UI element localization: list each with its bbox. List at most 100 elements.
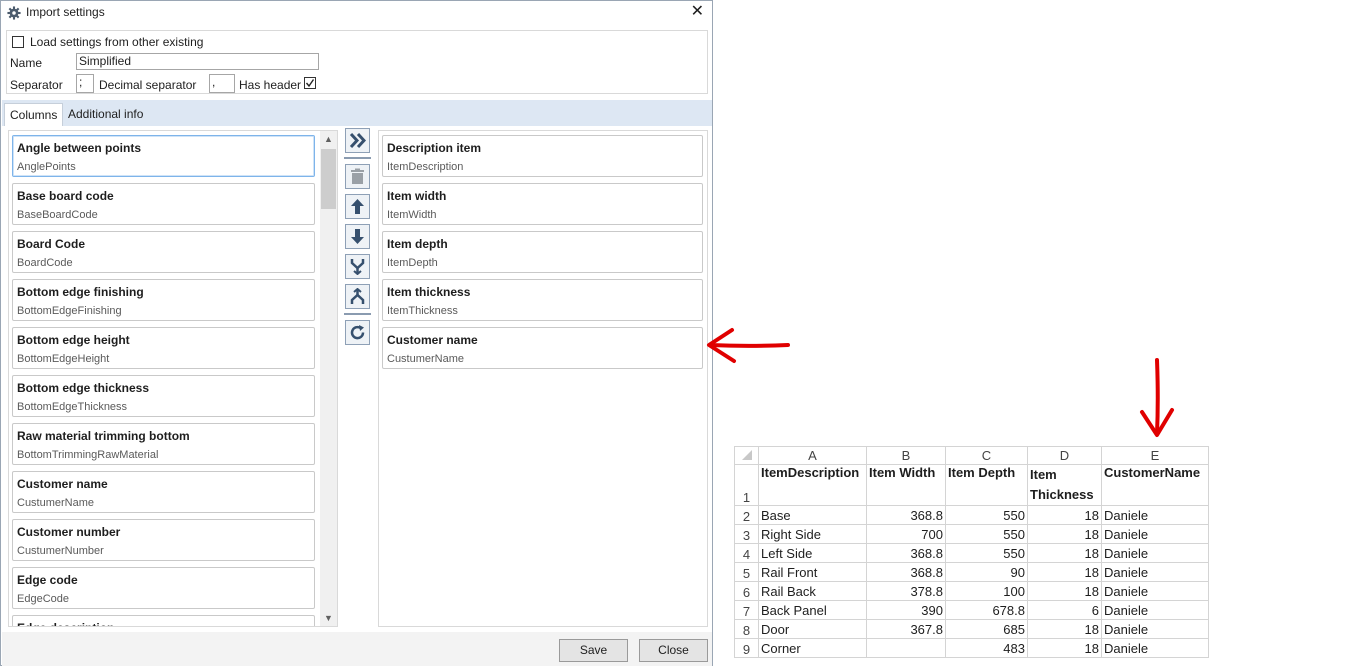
header-cell[interactable]: CustomerName [1101,464,1209,506]
row-number[interactable]: 2 [734,505,759,525]
table-cell[interactable]: Rail Back [758,581,867,601]
column-item[interactable]: Item thickness ItemThickness [382,279,703,321]
scroll-thumb[interactable] [321,149,336,209]
column-title: Raw material trimming bottom [17,429,190,443]
table-cell[interactable]: Corner [758,638,867,658]
select-all-corner[interactable] [734,446,759,465]
row-number[interactable]: 6 [734,581,759,601]
header-cell[interactable]: Item Width [866,464,946,506]
column-item[interactable]: Customer name CustumerName [12,471,315,513]
table-cell[interactable]: 100 [945,581,1028,601]
close-button[interactable]: Close [639,639,708,662]
column-item[interactable]: Description item ItemDescription [382,135,703,177]
column-item[interactable]: Bottom edge finishing BottomEdgeFinishing [12,279,315,321]
table-cell[interactable]: Daniele [1101,543,1209,563]
column-item[interactable]: Board Code BoardCode [12,231,315,273]
table-cell[interactable]: 550 [945,543,1028,563]
split-button[interactable] [345,284,370,309]
scroll-down-icon[interactable]: ▼ [320,610,337,626]
column-item[interactable]: Customer name CustumerName [382,327,703,369]
row-number[interactable]: 1 [734,464,759,506]
row-number[interactable]: 9 [734,638,759,658]
row-number[interactable]: 3 [734,524,759,544]
table-cell[interactable]: 700 [866,524,946,544]
column-item[interactable]: Edge code EdgeCode [12,567,315,609]
column-item[interactable]: Customer number CustumerNumber [12,519,315,561]
table-cell[interactable]: Base [758,505,867,525]
table-cell[interactable]: 6 [1027,600,1102,620]
column-letter[interactable]: C [945,446,1028,465]
table-cell[interactable]: Back Panel [758,600,867,620]
table-cell[interactable]: 550 [945,524,1028,544]
table-cell[interactable]: 550 [945,505,1028,525]
table-cell[interactable]: 378.8 [866,581,946,601]
table-cell[interactable]: 18 [1027,505,1102,525]
column-item[interactable]: Base board code BaseBoardCode [12,183,315,225]
column-title: Customer name [17,477,108,491]
table-cell[interactable]: 18 [1027,638,1102,658]
column-letter[interactable]: A [758,446,867,465]
table-cell[interactable]: 390 [866,600,946,620]
scrollbar[interactable]: ▲ ▼ [320,131,337,626]
row-number[interactable]: 8 [734,619,759,639]
table-cell[interactable]: 367.8 [866,619,946,639]
table-cell[interactable]: 678.8 [945,600,1028,620]
column-item[interactable]: Bottom edge height BottomEdgeHeight [12,327,315,369]
table-cell[interactable]: Daniele [1101,524,1209,544]
table-cell[interactable]: Rail Front [758,562,867,582]
table-cell[interactable]: 483 [945,638,1028,658]
header-cell[interactable]: Item Thickness [1027,464,1102,506]
table-cell[interactable]: Daniele [1101,638,1209,658]
column-item[interactable]: Item width ItemWidth [382,183,703,225]
split-icon [350,288,365,304]
table-cell[interactable]: Daniele [1101,562,1209,582]
column-letter[interactable]: B [866,446,946,465]
table-cell[interactable]: Daniele [1101,581,1209,601]
table-cell[interactable]: 18 [1027,581,1102,601]
row-number[interactable]: 5 [734,562,759,582]
close-icon[interactable]: ✕ [691,3,704,21]
table-cell[interactable]: Door [758,619,867,639]
move-up-button[interactable] [345,194,370,219]
table-cell[interactable]: Daniele [1101,600,1209,620]
column-item[interactable]: Raw material trimming bottom BottomTrimmi… [12,423,315,465]
row-number[interactable]: 4 [734,543,759,563]
header-cell[interactable]: ItemDescription [758,464,867,506]
delete-button[interactable] [345,164,370,189]
table-cell[interactable]: Right Side [758,524,867,544]
tab-additional-info[interactable]: Additional info [63,103,148,126]
decimal-separator-input[interactable]: , [209,74,235,93]
table-cell[interactable]: 18 [1027,562,1102,582]
column-letter[interactable]: D [1027,446,1102,465]
save-button[interactable]: Save [559,639,628,662]
column-item[interactable]: Item depth ItemDepth [382,231,703,273]
table-cell[interactable]: 368.8 [866,543,946,563]
column-letter[interactable]: E [1101,446,1209,465]
table-cell[interactable] [866,638,946,658]
refresh-button[interactable] [345,320,370,345]
header-cell[interactable]: Item Depth [945,464,1028,506]
load-settings-checkbox[interactable] [12,36,24,48]
column-item[interactable]: Bottom edge thickness BottomEdgeThickness [12,375,315,417]
table-cell[interactable]: 18 [1027,619,1102,639]
table-cell[interactable]: 18 [1027,524,1102,544]
table-cell[interactable]: 368.8 [866,505,946,525]
table-cell[interactable]: Left Side [758,543,867,563]
column-item[interactable]: Edge description [12,615,315,626]
table-cell[interactable]: Daniele [1101,505,1209,525]
scroll-up-icon[interactable]: ▲ [320,131,337,147]
row-number[interactable]: 7 [734,600,759,620]
tab-columns[interactable]: Columns [4,103,64,126]
merge-button[interactable] [345,254,370,279]
name-input[interactable]: Simplified [76,53,319,70]
add-all-button[interactable] [345,128,370,153]
table-cell[interactable]: 90 [945,562,1028,582]
has-header-checkbox[interactable] [304,77,316,89]
column-item[interactable]: Angle between points AnglePoints [12,135,315,177]
table-cell[interactable]: 18 [1027,543,1102,563]
table-cell[interactable]: 685 [945,619,1028,639]
separator-input[interactable]: ; [76,74,94,93]
move-down-button[interactable] [345,224,370,249]
table-cell[interactable]: 368.8 [866,562,946,582]
table-cell[interactable]: Daniele [1101,619,1209,639]
